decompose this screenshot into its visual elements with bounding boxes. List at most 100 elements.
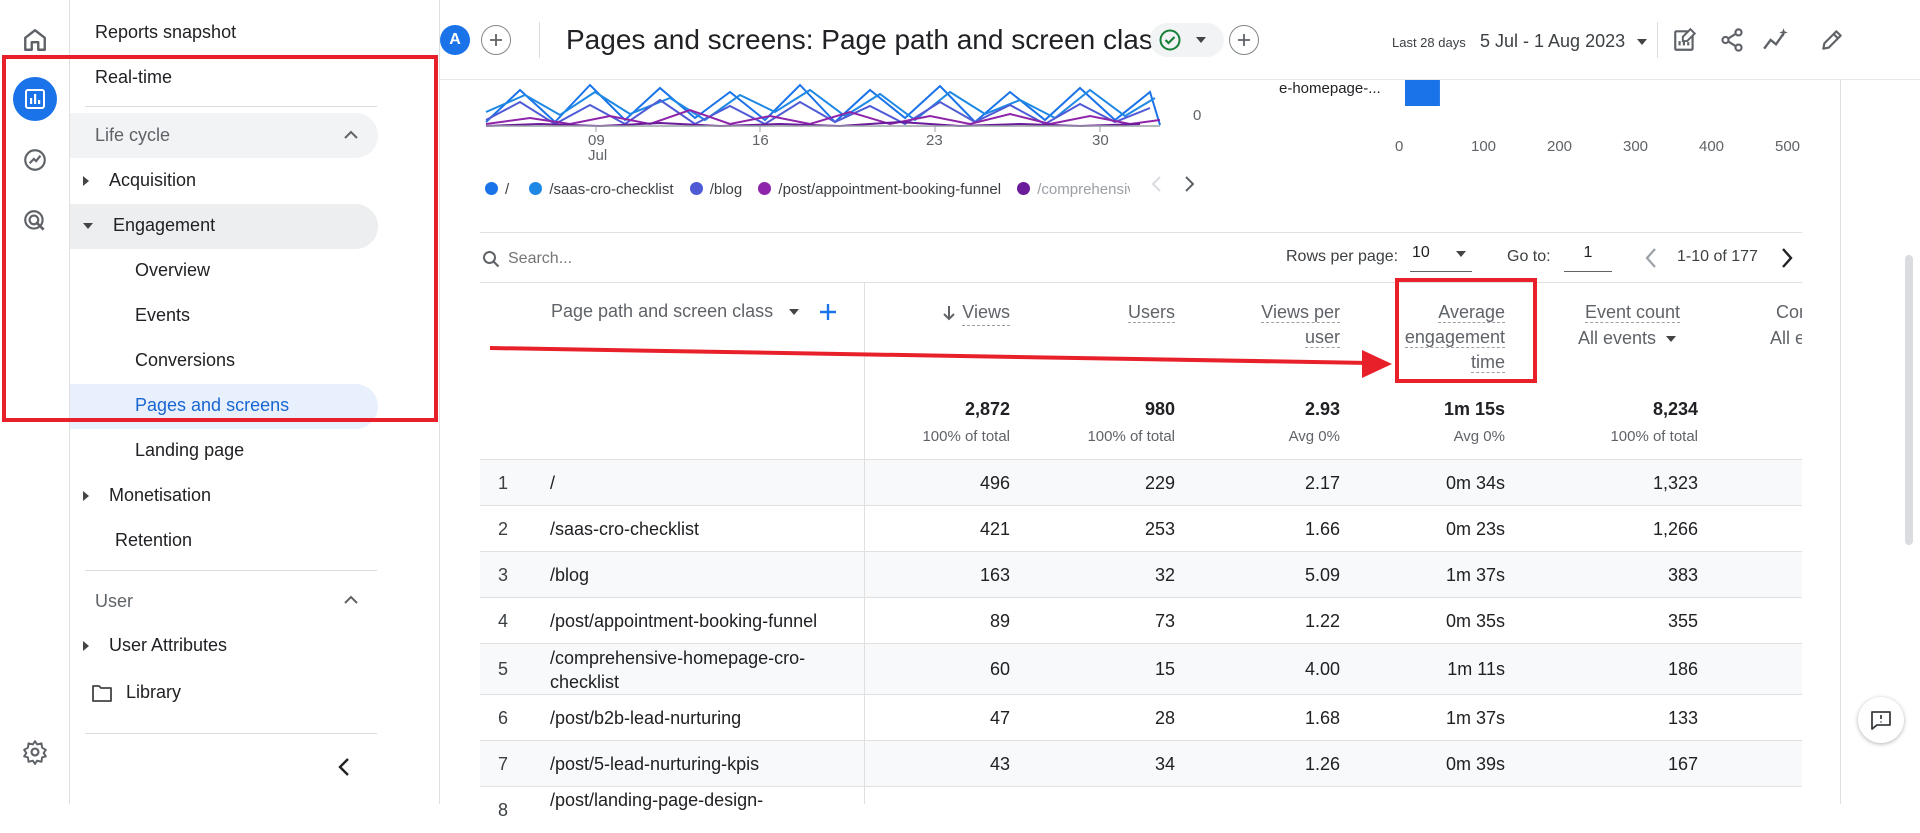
bar-mark[interactable]: [1405, 80, 1440, 106]
chevron-up-icon[interactable]: [343, 592, 359, 613]
nav-user-attributes[interactable]: User Attributes: [83, 635, 227, 656]
caret-down-icon: [1456, 251, 1466, 257]
next-page-chevron-icon[interactable]: [1780, 247, 1794, 274]
table-cell: 355: [1667, 610, 1698, 631]
table-cell: 43: [989, 753, 1010, 774]
rows-per-page-value: 10: [1412, 244, 1430, 261]
feedback-button[interactable]: [1858, 697, 1904, 743]
table-cell: 34: [1154, 753, 1175, 774]
add-plus-icon[interactable]: [1229, 25, 1259, 55]
table-search-input[interactable]: [508, 244, 908, 274]
rows-per-page-label: Rows per page:: [1286, 248, 1399, 265]
table-cell: 2.17: [1304, 472, 1340, 493]
table-cell: 5.09: [1304, 564, 1340, 585]
table-cell: 1.66: [1304, 518, 1340, 539]
x-tick-label: 23: [926, 132, 943, 149]
bar-axis-tick: 0: [1395, 138, 1404, 155]
header-label: Event count: [1584, 302, 1680, 323]
column-header-conversions[interactable]: Cor: [1776, 300, 1802, 325]
rows-per-page-select[interactable]: 10: [1410, 244, 1472, 272]
divider: [539, 22, 540, 58]
nav-monetisation[interactable]: Monetisation: [83, 485, 211, 506]
legend-swatch: [1017, 182, 1031, 195]
table-row[interactable]: 5/comprehensive-homepage-cro-checklist 60…: [480, 643, 1802, 694]
insights-icon[interactable]: [1762, 27, 1790, 58]
conversion-filter-value[interactable]: All e: [1770, 328, 1802, 349]
nav-retention[interactable]: Retention: [115, 530, 192, 551]
goto-page-input[interactable]: 1: [1564, 244, 1612, 272]
header-label: Views: [962, 300, 1010, 326]
total-users: 980: [1144, 399, 1175, 419]
table-row[interactable]: 6/post/b2b-lead-nurturing 47 28 1.68 1m 37s 1…: [480, 694, 1802, 740]
table-row[interactable]: 8/post/landing-page-design-: [480, 786, 1802, 832]
report-status-dropdown[interactable]: [1150, 23, 1224, 57]
column-header-views[interactable]: Views: [900, 300, 1010, 326]
legend-item[interactable]: /post/appointment-booking-funnel: [758, 181, 1001, 198]
table-cell: 186: [1667, 659, 1698, 679]
table-cell: 229: [1144, 472, 1175, 493]
table-cell: 253: [1144, 518, 1175, 539]
legend-label: /saas-cro-checklist: [549, 181, 674, 198]
scrollbar-thumb[interactable]: [1905, 255, 1913, 545]
nav-landing-page[interactable]: Landing page: [135, 440, 244, 461]
table-cell: 496: [979, 472, 1010, 493]
table-cell: /saas-cro-checklist: [550, 518, 700, 539]
table-cell: 1.26: [1304, 753, 1340, 774]
settings-gear-icon[interactable]: [13, 730, 57, 774]
table-cell: /post/5-lead-nurturing-kpis: [550, 753, 760, 774]
legend-swatch: [758, 182, 772, 195]
table-cell: 2: [497, 518, 508, 539]
date-range-picker[interactable]: 5 Jul - 1 Aug 2023: [1480, 31, 1648, 52]
table-row[interactable]: 2/saas-cro-checklist 421 253 1.66 0m 23s 1,26…: [480, 505, 1802, 551]
event-filter-dropdown[interactable]: All events: [1578, 328, 1677, 349]
column-header-event-count[interactable]: Event count: [1560, 300, 1680, 325]
table-cell: 133: [1667, 707, 1698, 728]
comparison-avatar[interactable]: A: [440, 25, 470, 55]
table-row[interactable]: 1 / 496 229 2.17 0m 34s 1,323: [480, 459, 1802, 505]
table-cell: 15: [1154, 659, 1175, 679]
edit-pencil-icon[interactable]: [1819, 27, 1845, 58]
chart-legend: / /saas-cro-checklist /blog /post/appoin…: [485, 181, 1130, 198]
table-cell: 28: [1154, 707, 1175, 728]
table-cell[interactable]: /comprehensive-homepage-cro-checklist: [550, 644, 850, 695]
legend-item[interactable]: /saas-cro-checklist: [529, 181, 674, 198]
page-path-line: checklist: [550, 671, 620, 692]
table-row[interactable]: 4/post/appointment-booking-funnel 89 73 1.2…: [480, 597, 1802, 643]
section-label-user: User: [95, 591, 134, 611]
table-cell: 60: [989, 659, 1010, 679]
divider: [480, 232, 1802, 233]
legend-item[interactable]: /comprehensiv: [1017, 181, 1130, 198]
total-users-sub: 100% of total: [1087, 428, 1175, 445]
legend-next-chevron-icon[interactable]: [1182, 175, 1196, 198]
legend-prev-chevron-icon[interactable]: [1150, 175, 1164, 198]
column-header-users[interactable]: Users: [1075, 300, 1175, 325]
x-tick-label: 16: [752, 132, 769, 149]
legend-swatch: [485, 182, 498, 195]
add-dimension-plus-icon[interactable]: [818, 302, 838, 327]
nav-label: Library: [126, 682, 182, 702]
legend-item[interactable]: /blog: [689, 181, 742, 198]
legend-label: /: [505, 181, 510, 198]
table-row[interactable]: 3/blog 163 32 5.09 1m 37s 383: [480, 551, 1802, 597]
table-cell: 4: [497, 610, 508, 631]
divider: [85, 570, 377, 571]
annotation-highlight-box: [1395, 278, 1537, 383]
caret-down-icon: [1637, 38, 1648, 45]
date-range-label: Last 28 days: [1392, 35, 1466, 50]
divider: [85, 733, 377, 734]
share-icon[interactable]: [1719, 27, 1745, 58]
dimension-selector[interactable]: Page path and screen class: [551, 301, 800, 322]
customize-report-icon[interactable]: [1672, 27, 1698, 58]
header-label: Cor: [1776, 302, 1802, 322]
add-comparison-plus-icon[interactable]: [481, 25, 511, 55]
table-cell: 1m 37s: [1445, 707, 1505, 728]
nav-library[interactable]: Library: [92, 682, 181, 703]
divider: [1840, 80, 1841, 804]
collapse-chevron-left-icon[interactable]: [336, 757, 354, 782]
legend-item[interactable]: /: [485, 181, 509, 198]
nav-reports-snapshot[interactable]: Reports snapshot: [95, 22, 236, 43]
table-row[interactable]: 7/post/5-lead-nurturing-kpis 43 34 1.26 0m 3…: [480, 740, 1802, 786]
prev-page-chevron-icon[interactable]: [1644, 247, 1658, 274]
total-event-count: 8,234: [1652, 399, 1698, 419]
search-icon: [482, 250, 500, 273]
